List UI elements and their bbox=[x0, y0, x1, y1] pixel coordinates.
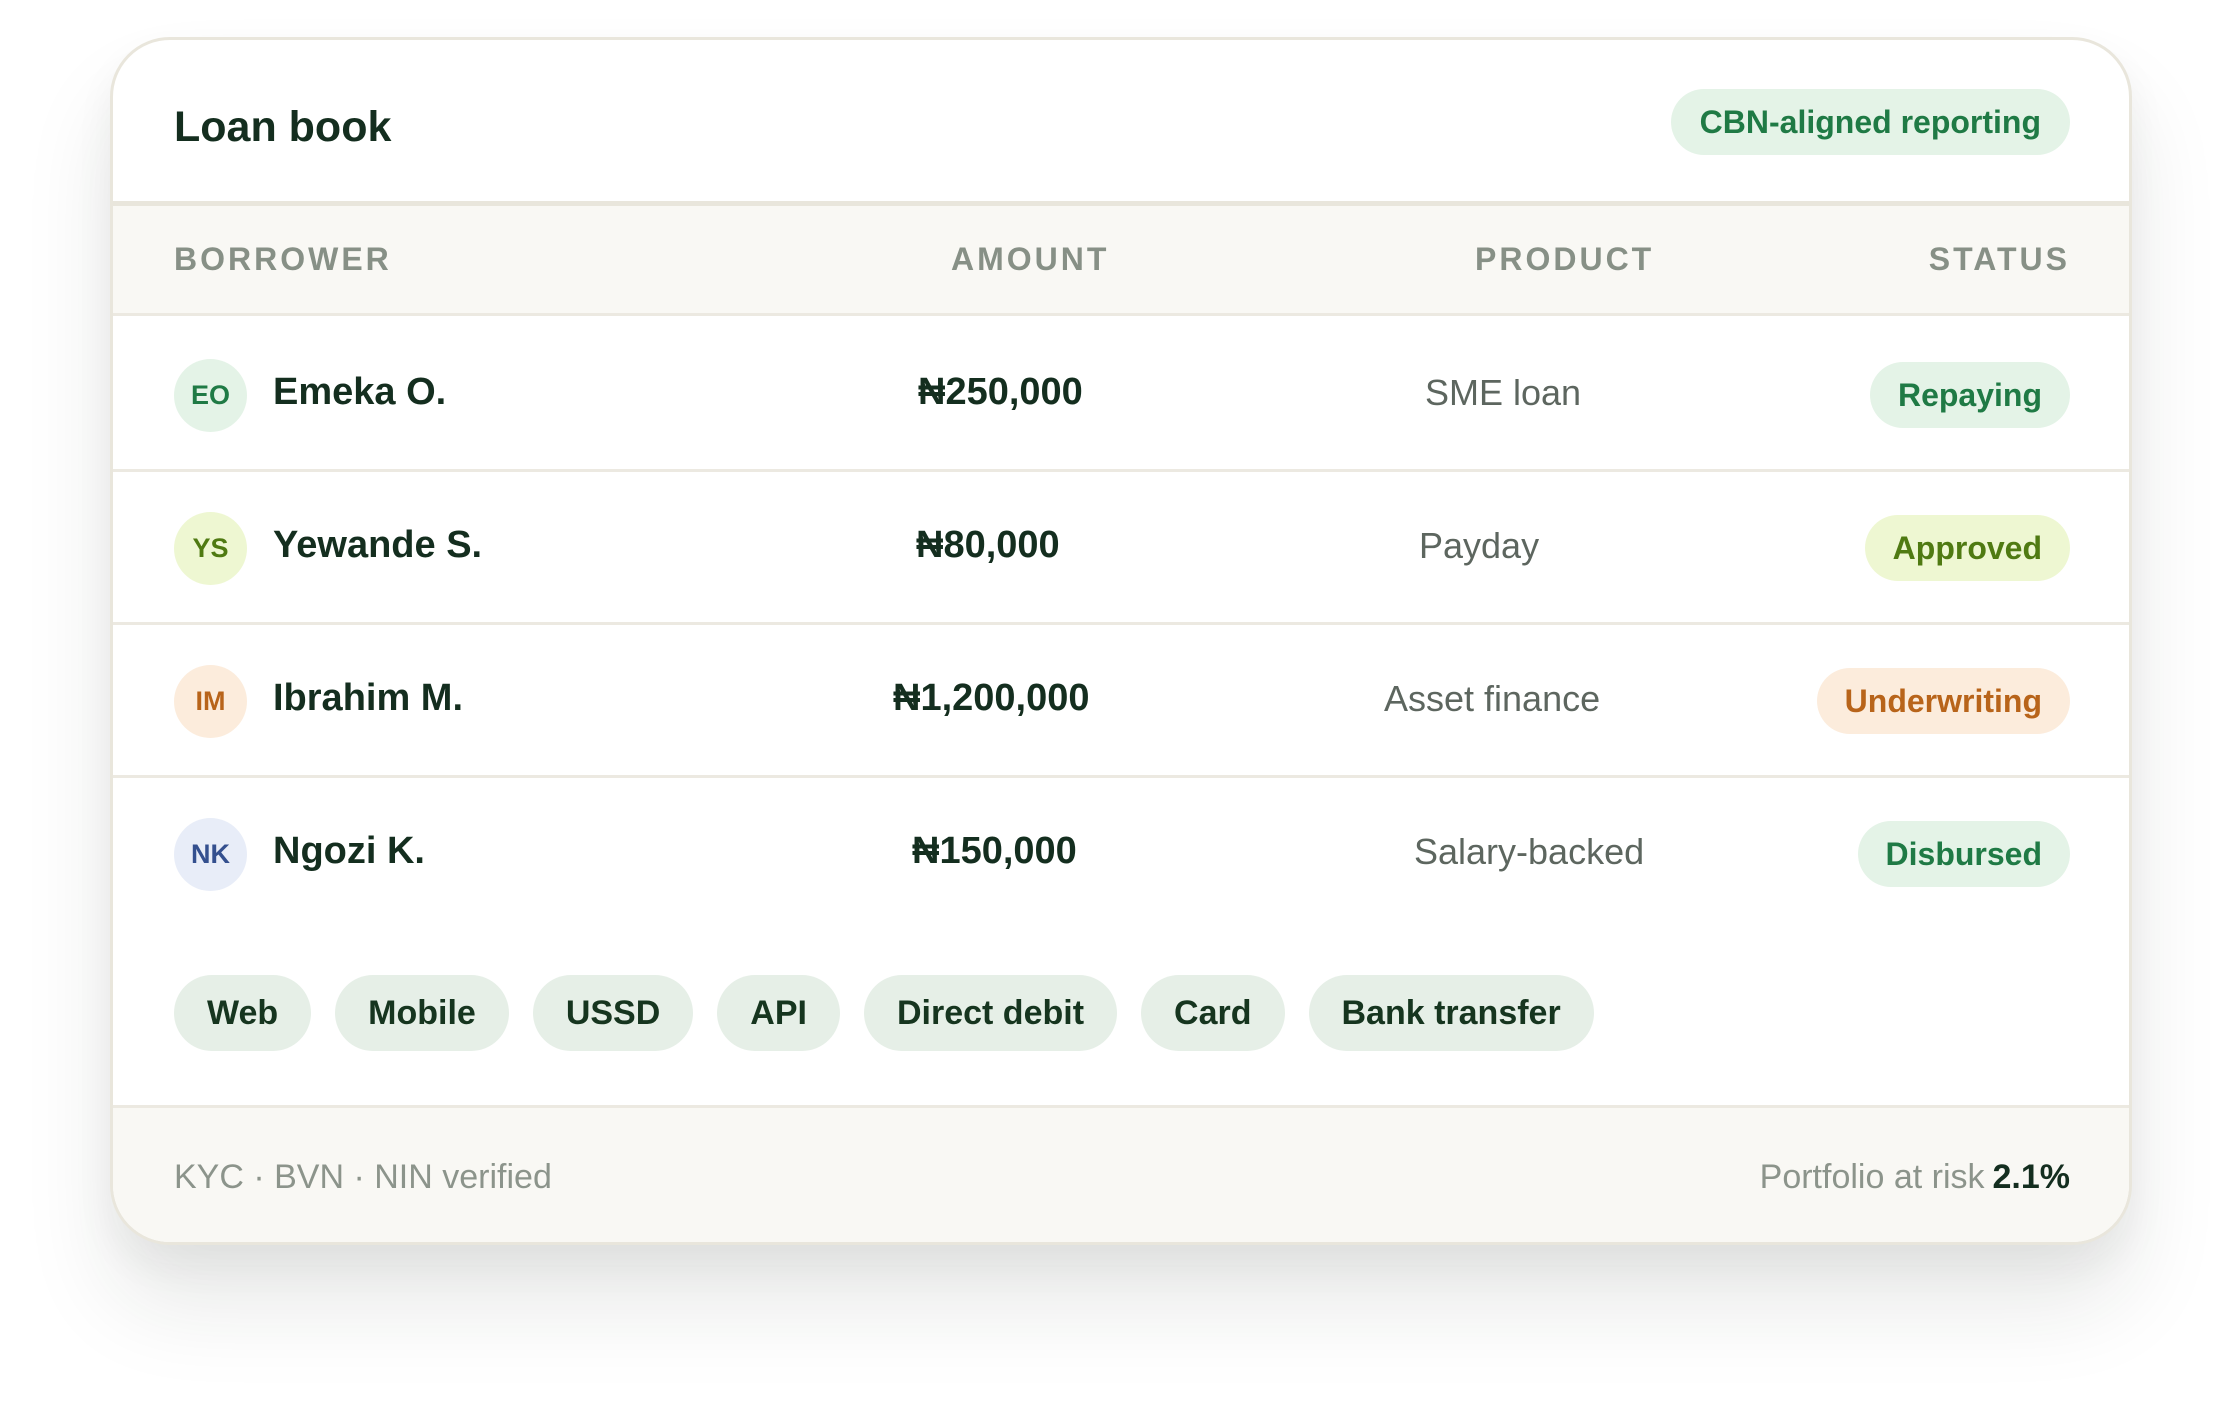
avatar: EO bbox=[174, 359, 247, 432]
verification-text: KYC · BVN · NIN verified bbox=[174, 1158, 552, 1196]
card-header: Loan book CBN-aligned reporting bbox=[113, 40, 2129, 206]
status-badge: Disbursed bbox=[1857, 821, 2070, 887]
status-badge: Approved bbox=[1864, 515, 2070, 581]
avatar: NK bbox=[174, 818, 247, 891]
avatar: IM bbox=[174, 665, 247, 738]
loan-amount: ₦150,000 bbox=[912, 830, 1077, 872]
column-header-status[interactable]: STATUS bbox=[1929, 241, 2070, 278]
column-header-borrower[interactable]: BORROWER bbox=[174, 241, 392, 278]
chip-direct-debit[interactable]: Direct debit bbox=[863, 975, 1118, 1051]
loan-product: SME loan bbox=[1425, 372, 1582, 413]
risk-label: Portfolio at risk bbox=[1759, 1158, 1985, 1196]
card-title: Loan book bbox=[174, 103, 392, 151]
table-row[interactable]: YS Yewande S. ₦80,000 Payday Approved bbox=[113, 472, 2129, 625]
reporting-badge: CBN-aligned reporting bbox=[1670, 89, 2070, 155]
chip-ussd[interactable]: USSD bbox=[532, 975, 694, 1051]
table-row[interactable]: EO Emeka O. ₦250,000 SME loan Repaying bbox=[113, 319, 2129, 472]
loan-amount: ₦80,000 bbox=[916, 524, 1060, 566]
column-header-product[interactable]: PRODUCT bbox=[1475, 241, 1654, 278]
borrower-name: Emeka O. bbox=[273, 371, 447, 413]
status-badge: Underwriting bbox=[1816, 668, 2070, 734]
loan-product: Payday bbox=[1419, 525, 1540, 566]
channel-chips: Web Mobile USSD API Direct debit Card Ba… bbox=[174, 975, 1594, 1051]
table-row[interactable]: IM Ibrahim M. ₦1,200,000 Asset finance U… bbox=[113, 625, 2129, 778]
column-header-amount[interactable]: AMOUNT bbox=[951, 241, 1109, 278]
risk-value: 2.1% bbox=[1992, 1158, 2071, 1196]
portfolio-risk: Portfolio at risk 2.1% bbox=[1760, 1158, 2070, 1197]
loan-product: Asset finance bbox=[1384, 678, 1601, 719]
table-header: BORROWER AMOUNT PRODUCT STATUS bbox=[113, 206, 2129, 316]
table-row[interactable]: NK Ngozi K. ₦150,000 Salary-backed Disbu… bbox=[113, 778, 2129, 931]
chip-web[interactable]: Web bbox=[174, 975, 312, 1051]
loan-product: Salary-backed bbox=[1414, 831, 1645, 872]
status-badge: Repaying bbox=[1869, 362, 2070, 428]
borrower-name: Yewande S. bbox=[273, 524, 483, 566]
chip-api[interactable]: API bbox=[717, 975, 840, 1051]
avatar: YS bbox=[174, 512, 247, 585]
card-footer: KYC · BVN · NIN verified Portfolio at ri… bbox=[113, 1105, 2129, 1242]
loan-amount: ₦250,000 bbox=[918, 371, 1083, 413]
borrower-name: Ngozi K. bbox=[273, 830, 425, 872]
borrower-name: Ibrahim M. bbox=[273, 677, 464, 719]
loan-amount: ₦1,200,000 bbox=[893, 677, 1090, 719]
chip-mobile[interactable]: Mobile bbox=[335, 975, 509, 1051]
chip-bank-transfer[interactable]: Bank transfer bbox=[1308, 975, 1594, 1051]
loan-book-card: Loan book CBN-aligned reporting BORROWER… bbox=[110, 37, 2132, 1245]
chip-card[interactable]: Card bbox=[1141, 975, 1285, 1051]
